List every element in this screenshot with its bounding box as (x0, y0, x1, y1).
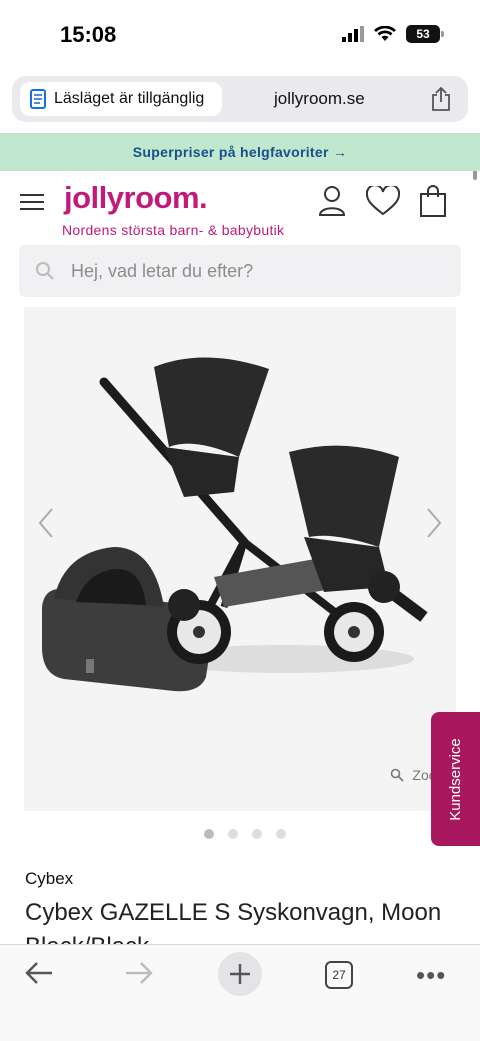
gallery-pagination (204, 829, 286, 839)
status-icons: 53 (342, 25, 444, 43)
search-input[interactable] (71, 260, 411, 282)
gallery-dot[interactable] (204, 829, 214, 839)
tabs-button[interactable]: 27 (325, 961, 353, 989)
status-time: 15:08 (60, 22, 117, 47)
plus-icon (230, 964, 250, 984)
product-title: Cybex GAZELLE S Syskonvagn, Moon Black/B… (25, 899, 442, 946)
site-tagline: Nordens största barn- & babybutik (62, 222, 285, 238)
forward-arrow-icon[interactable] (124, 958, 154, 988)
zoom-search-icon (391, 768, 404, 782)
product-gallery[interactable]: Zooma (24, 307, 456, 811)
search-bar[interactable] (19, 245, 461, 297)
signal-icon (342, 26, 364, 42)
url-text[interactable]: jollyroom.se (274, 89, 365, 109)
site-logo[interactable]: jollyroom. (64, 180, 208, 216)
address-bar[interactable]: Läsläget är tillgänglig jollyroom.se (12, 76, 468, 122)
browser-toolbar: 27 ••• (0, 944, 480, 1041)
customer-service-label: Kundservice (447, 737, 465, 821)
gallery-next-arrow-icon[interactable] (426, 507, 442, 539)
customer-service-tab[interactable]: Kundservice (431, 712, 480, 846)
promo-banner[interactable]: Superpriser på helgfavoriter → (0, 133, 480, 171)
reader-mode-label: Läsläget är tillgänglig (54, 90, 205, 107)
header-actions (318, 185, 446, 217)
gallery-dot[interactable] (228, 829, 238, 839)
product-brand[interactable]: Cybex (25, 869, 73, 889)
gallery-prev-arrow-icon[interactable] (38, 507, 54, 539)
account-icon[interactable] (318, 185, 346, 217)
wishlist-heart-icon[interactable] (366, 186, 400, 216)
share-icon[interactable] (430, 86, 452, 112)
gallery-dot[interactable] (276, 829, 286, 839)
search-icon (36, 262, 54, 280)
product-image (42, 357, 428, 692)
status-bar: 15:08 53 (0, 0, 480, 70)
back-arrow-icon[interactable] (24, 958, 54, 988)
reader-icon (30, 89, 46, 109)
cart-bag-icon[interactable] (420, 185, 446, 217)
more-options-icon[interactable]: ••• (416, 960, 446, 991)
new-tab-button[interactable] (218, 952, 262, 996)
gallery-dot[interactable] (252, 829, 262, 839)
wifi-icon (374, 26, 396, 41)
reader-mode-button[interactable]: Läsläget är tillgänglig (20, 82, 222, 116)
battery-icon: 53 (406, 25, 444, 43)
hamburger-menu-icon[interactable] (20, 193, 44, 211)
